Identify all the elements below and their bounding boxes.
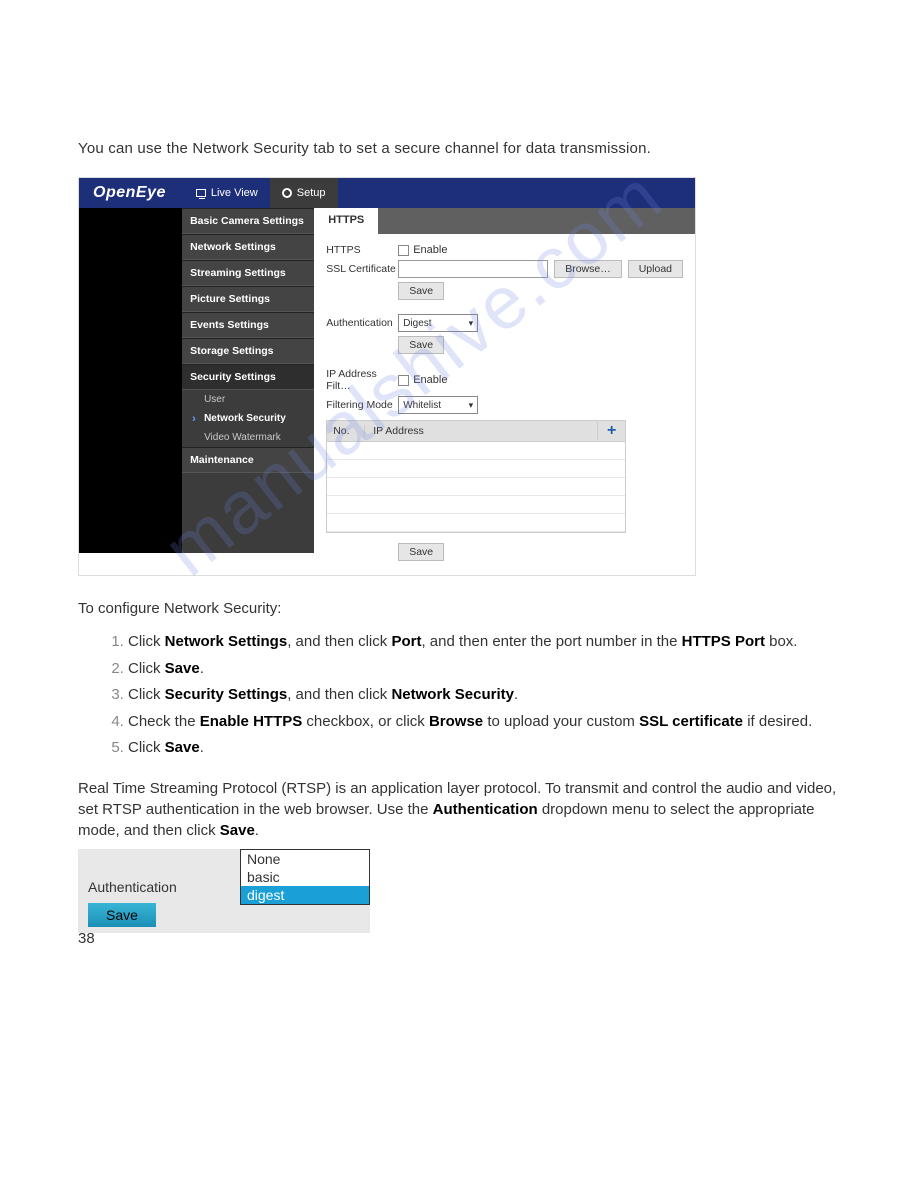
- top-bar: OpenEye Live View Setup: [79, 178, 695, 208]
- monitor-icon: [196, 189, 206, 197]
- https-enable-checkbox[interactable]: [398, 245, 409, 256]
- screenshot-panel: OpenEye Live View Setup Basic Camera Set…: [78, 177, 696, 576]
- upload-button[interactable]: Upload: [628, 260, 683, 278]
- intro-text: You can use the Network Security tab to …: [78, 140, 840, 157]
- menu-security[interactable]: Security Settings: [182, 364, 314, 390]
- submenu-video-watermark[interactable]: Video Watermark: [182, 428, 314, 447]
- save-button-2[interactable]: Save: [398, 336, 444, 354]
- tab-https[interactable]: HTTPS: [314, 208, 378, 234]
- ipfilter-enable-label: Enable: [413, 374, 447, 386]
- gear-icon: [282, 188, 292, 198]
- menu-network[interactable]: Network Settings: [182, 234, 314, 260]
- table-row: [327, 496, 625, 514]
- ipfilter-enable-checkbox[interactable]: [398, 375, 409, 386]
- table-row: [327, 478, 625, 496]
- submenu-network-security[interactable]: Network Security: [182, 409, 314, 428]
- menu-maintenance[interactable]: Maintenance: [182, 447, 314, 473]
- filtermode-select[interactable]: Whitelist: [398, 396, 478, 414]
- table-row: [327, 442, 625, 460]
- col-ipaddress: IP Address: [365, 425, 597, 437]
- config-panel: HTTPS HTTPS Enable SSL Certificate Brows…: [314, 208, 695, 575]
- menu-picture[interactable]: Picture Settings: [182, 286, 314, 312]
- step-1: Click Network Settings, and then click P…: [128, 631, 840, 654]
- enable-label: Enable: [413, 244, 447, 256]
- top-nav: Live View Setup: [184, 178, 338, 208]
- subheading: To configure Network Security:: [78, 600, 840, 617]
- step-4: Check the Enable HTTPS checkbox, or clic…: [128, 711, 840, 734]
- ssl-cert-input[interactable]: [398, 260, 548, 278]
- save-button-1[interactable]: Save: [398, 282, 444, 300]
- steps-list: Click Network Settings, and then click P…: [128, 631, 840, 760]
- nav-live-view[interactable]: Live View: [184, 178, 270, 208]
- submenu-user[interactable]: User: [182, 390, 314, 409]
- auth-widget-screenshot: Authentication Save None basic digest: [78, 849, 370, 933]
- auth-dropdown-open[interactable]: None basic digest: [240, 849, 370, 905]
- nav-setup-label: Setup: [297, 187, 326, 199]
- nav-setup[interactable]: Setup: [270, 178, 338, 208]
- menu-storage[interactable]: Storage Settings: [182, 338, 314, 364]
- add-ip-button[interactable]: +: [597, 422, 625, 440]
- ipfilter-label: IP Address Filt…: [326, 368, 398, 392]
- browse-button[interactable]: Browse…: [554, 260, 622, 278]
- page-number: 38: [78, 930, 95, 947]
- ip-table: No. IP Address +: [326, 420, 626, 533]
- table-row: [327, 460, 625, 478]
- brand-logo: OpenEye: [79, 184, 184, 202]
- auth-select[interactable]: Digest: [398, 314, 478, 332]
- table-row: [327, 514, 625, 532]
- menu-basic-camera[interactable]: Basic Camera Settings: [182, 208, 314, 234]
- auth-label: Authentication: [326, 317, 398, 329]
- rtsp-paragraph: Real Time Streaming Protocol (RTSP) is a…: [78, 778, 840, 841]
- step-5: Click Save.: [128, 737, 840, 760]
- https-label: HTTPS: [326, 244, 398, 256]
- filtermode-label: Filtering Mode: [326, 399, 398, 411]
- auth-save-button[interactable]: Save: [88, 903, 156, 927]
- dropdown-option-basic[interactable]: basic: [241, 868, 369, 886]
- step-2: Click Save.: [128, 658, 840, 681]
- nav-live-view-label: Live View: [211, 187, 258, 199]
- left-black-column: [79, 208, 182, 553]
- dropdown-option-digest[interactable]: digest: [241, 886, 369, 904]
- step-3: Click Security Settings, and then click …: [128, 684, 840, 707]
- menu-streaming[interactable]: Streaming Settings: [182, 260, 314, 286]
- settings-sidebar: Basic Camera Settings Network Settings S…: [182, 208, 314, 553]
- col-no: No.: [327, 425, 365, 437]
- save-button-3[interactable]: Save: [398, 543, 444, 561]
- dropdown-option-none[interactable]: None: [241, 850, 369, 868]
- tab-bar: HTTPS: [314, 208, 695, 234]
- menu-events[interactable]: Events Settings: [182, 312, 314, 338]
- ssl-label: SSL Certificate: [326, 263, 398, 275]
